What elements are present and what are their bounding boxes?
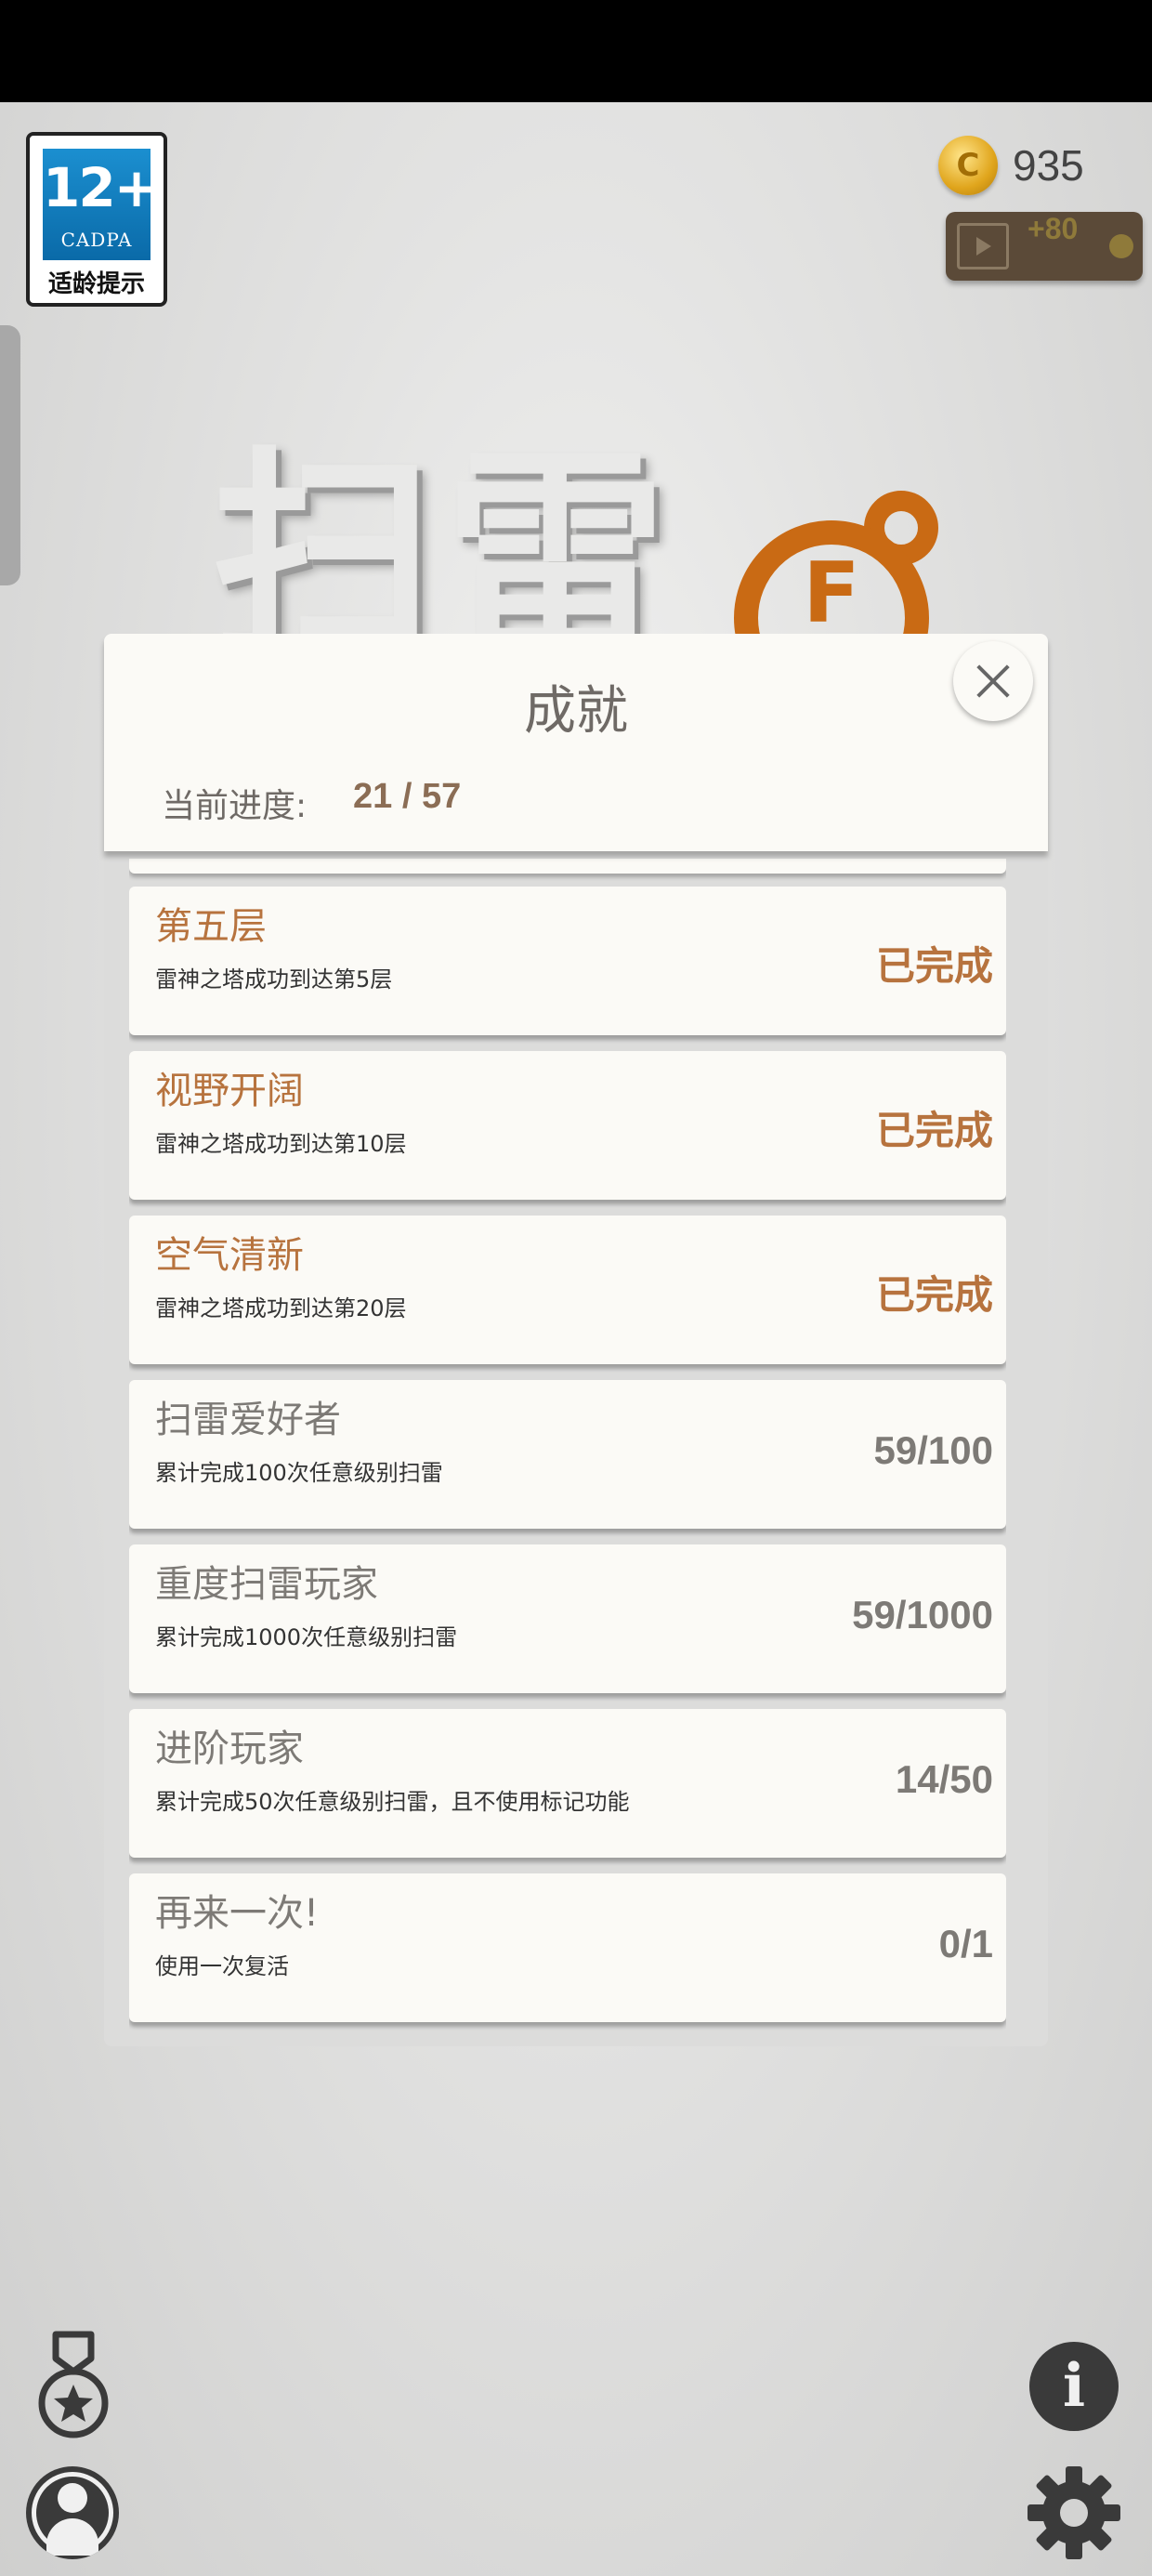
coin-icon (1109, 234, 1133, 258)
achievement-desc: 累计完成1000次任意级别扫雷 (155, 1624, 458, 1650)
achievement-card: 第五层 雷神之塔成功到达第5层 已完成 (129, 887, 1006, 1035)
achievement-card: 扫雷爱好者 累计完成100次任意级别扫雷 59/100 (129, 1380, 1006, 1529)
achievement-desc: 雷神之塔成功到达第5层 (155, 966, 393, 992)
achievement-status: 59/100 (873, 1428, 993, 1472)
gear-icon[interactable] (1026, 2464, 1122, 2561)
video-bonus-amount: +80 (1028, 212, 1079, 245)
achievement-desc: 累计完成100次任意级别扫雷 (155, 1460, 443, 1486)
bomb-logo-letter: F (803, 545, 860, 642)
film-play-icon (957, 223, 1009, 269)
dialog-header: 成就 当前进度: 21 / 57 (104, 634, 1048, 851)
achievement-status: 0/1 (938, 1922, 993, 1965)
coin-icon: C (938, 136, 998, 195)
coin-count: 935 (1013, 141, 1084, 190)
achievement-status: 已完成 (875, 1273, 993, 1317)
age-rating-number: 12+ (43, 156, 159, 219)
achievement-name: 再来一次! (155, 1892, 320, 1935)
achievement-card: 再来一次! 使用一次复活 0/1 (129, 1873, 1006, 2022)
status-bar (0, 0, 1152, 102)
achievement-card: 视野开阔 雷神之塔成功到达第10层 已完成 (129, 1051, 1006, 1200)
achievement-status: 已完成 (875, 1109, 993, 1152)
achievement-name: 空气清新 (155, 1234, 304, 1277)
age-rating-icon: 12+ CADPA (43, 149, 159, 260)
age-rating-badge: 12+ CADPA 适龄提示 (26, 132, 167, 307)
achievement-desc: 雷神之塔成功到达第10层 (155, 1131, 407, 1157)
achievement-desc: 使用一次复活 (155, 1953, 289, 1979)
achievement-desc: 累计完成50次任意级别扫雷，且不使用标记功能 (155, 1789, 630, 1815)
medal-icon[interactable] (33, 2331, 113, 2442)
avatar-ring (32, 2472, 113, 2554)
info-icon[interactable]: i (1029, 2342, 1119, 2431)
achievement-desc: 雷神之塔成功到达第20层 (155, 1295, 407, 1321)
achievement-name: 进阶玩家 (155, 1728, 304, 1770)
side-drawer-handle[interactable] (0, 325, 20, 585)
achievement-card: 空气清新 雷神之塔成功到达第20层 已完成 (129, 1216, 1006, 1364)
achievement-status: 59/1000 (852, 1593, 993, 1636)
achievement-list[interactable]: 第五层 雷神之塔成功到达第5层 已完成 视野开阔 雷神之塔成功到达第10层 已完… (129, 859, 1006, 2031)
achievement-name: 重度扫雷玩家 (155, 1563, 378, 1606)
achievement-card: 进阶玩家 累计完成50次任意级别扫雷，且不使用标记功能 14/50 (129, 1709, 1006, 1858)
achievement-status: 已完成 (875, 944, 993, 988)
achievement-status: 14/50 (895, 1757, 993, 1801)
achievement-name: 视野开阔 (155, 1070, 304, 1112)
watch-video-bonus-button[interactable]: +80 (946, 212, 1143, 281)
achievement-name: 第五层 (155, 905, 267, 948)
achievement-name: 扫雷爱好者 (155, 1399, 341, 1441)
progress-value: 21 / 57 (353, 777, 462, 816)
achievement-card: 重度扫雷玩家 累计完成1000次任意级别扫雷 59/1000 (129, 1544, 1006, 1693)
age-rating-caption[interactable]: 适龄提示 (30, 265, 164, 299)
profile-button[interactable] (26, 2466, 119, 2559)
close-button[interactable] (953, 641, 1033, 721)
dialog-title: 成就 (524, 681, 628, 742)
age-rating-org: CADPA (60, 229, 133, 251)
progress-label: 当前进度: (162, 787, 308, 825)
achievement-card-partial (129, 859, 1006, 874)
